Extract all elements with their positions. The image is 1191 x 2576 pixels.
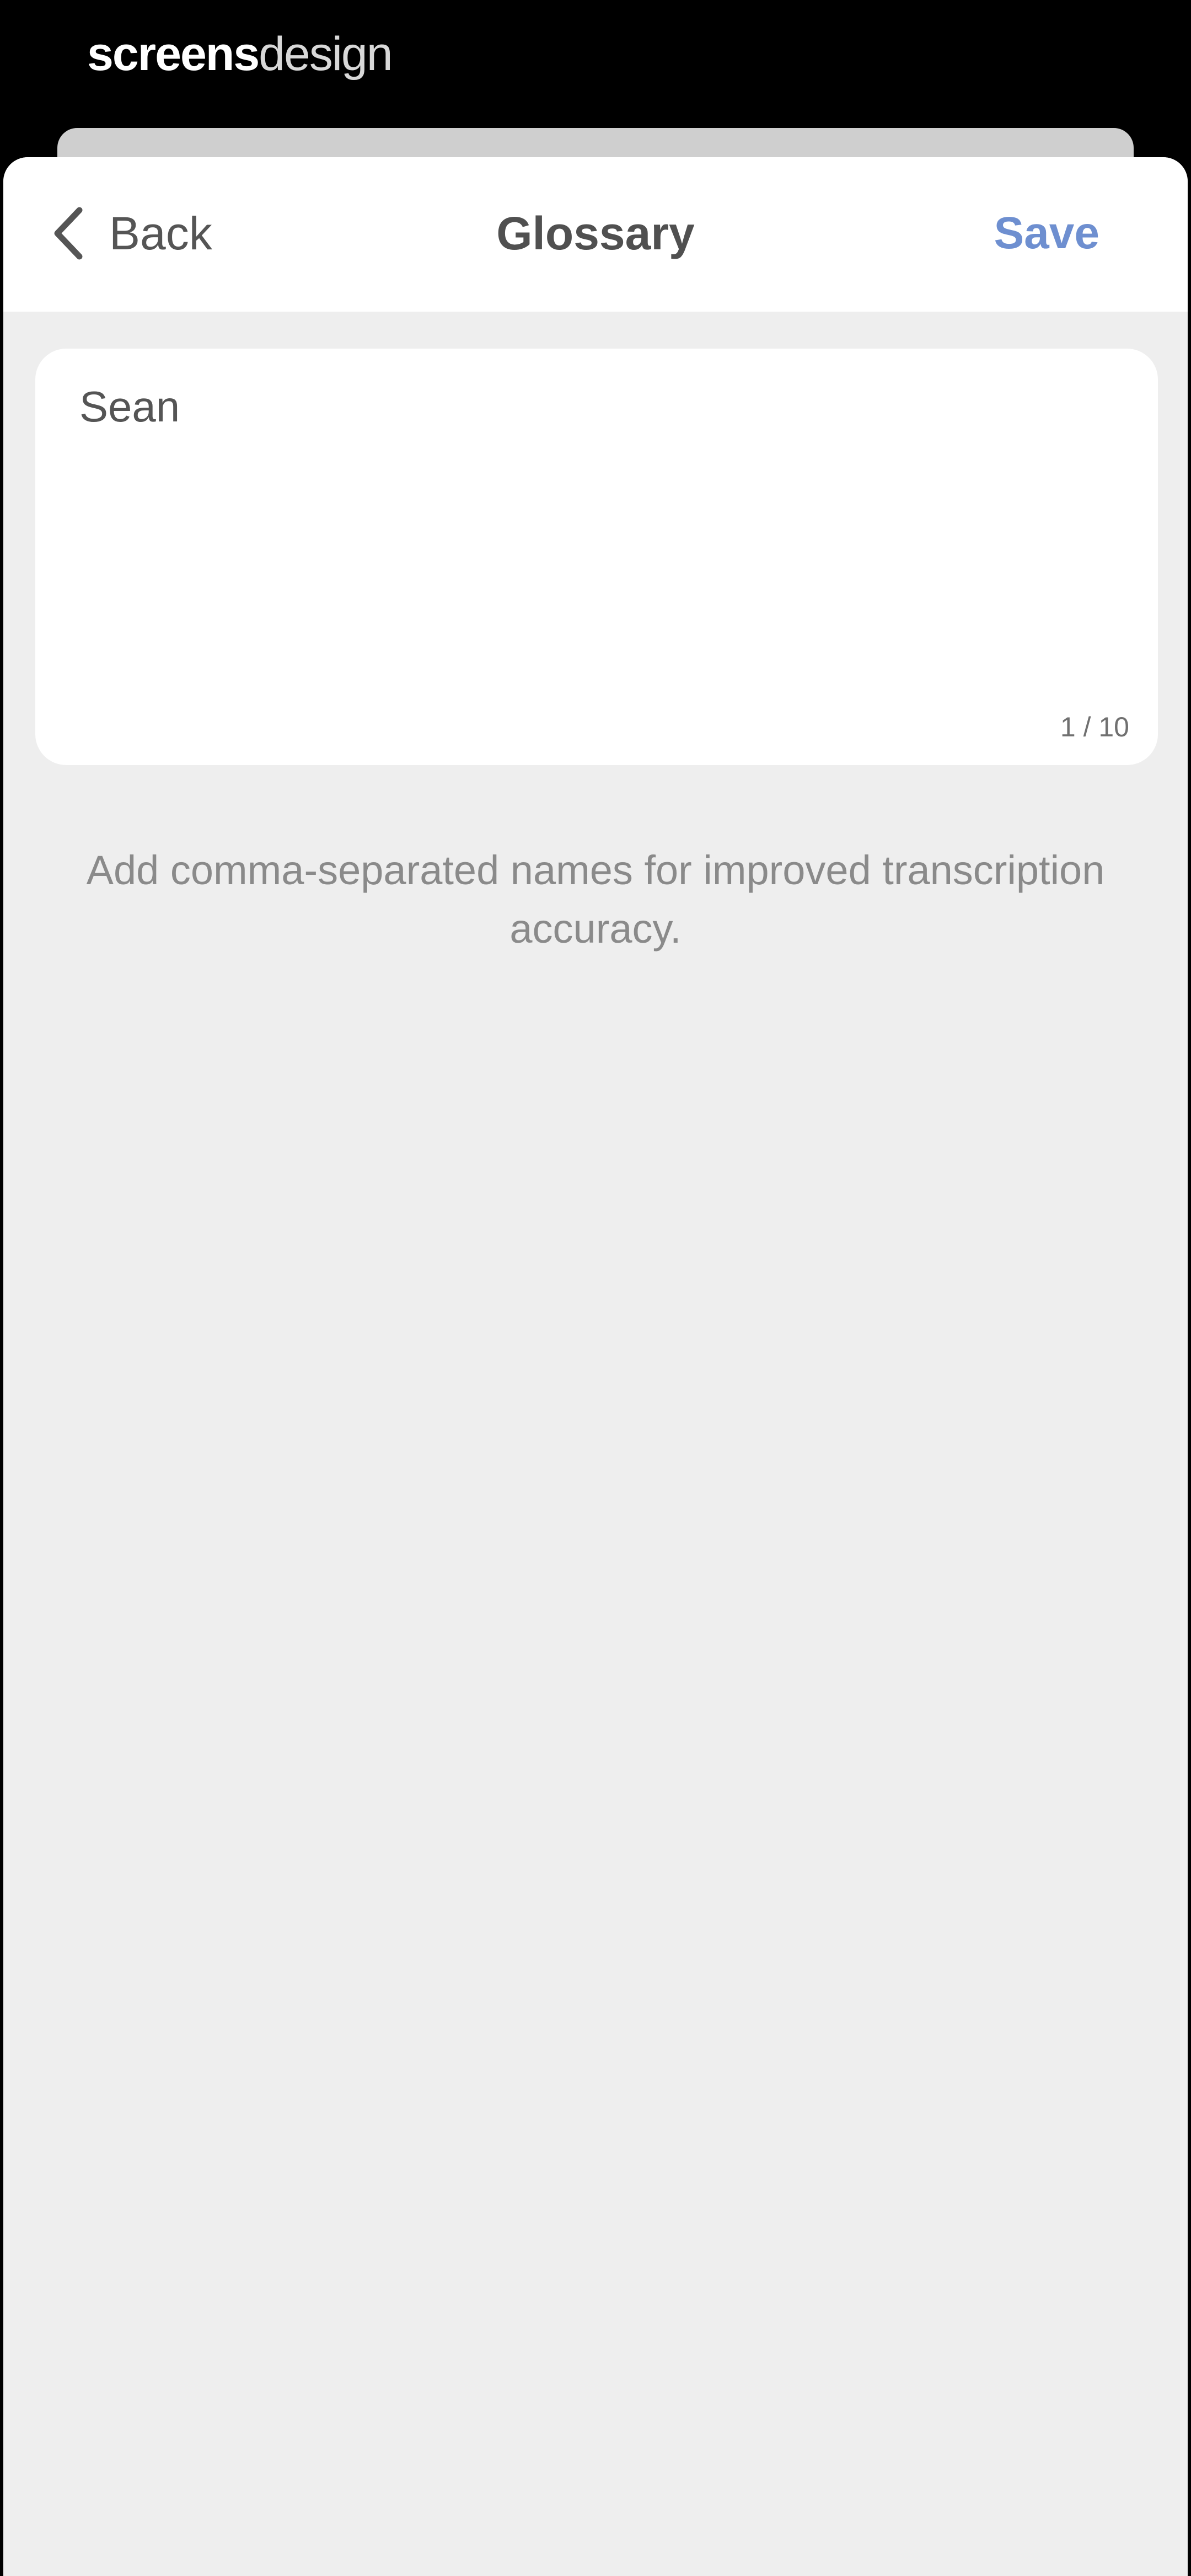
glossary-input-card: Sean 1 / 10 <box>35 349 1158 765</box>
navigation-bar: Back Glossary Save <box>3 157 1188 312</box>
app-screen: screens design Back Glossary Save Sean 1 … <box>0 0 1191 2576</box>
glossary-input[interactable]: Sean <box>79 382 1116 691</box>
glossary-sheet: Back Glossary Save Sean 1 / 10 Add comma… <box>3 157 1188 2576</box>
watermark-part-2: design <box>259 27 393 81</box>
helper-text: Add comma-separated names for improved t… <box>86 847 1105 952</box>
watermark-logo: screens design <box>87 26 393 82</box>
character-counter: 1 / 10 <box>1060 712 1129 742</box>
watermark-part-1: screens <box>87 27 260 81</box>
save-button[interactable]: Save <box>994 200 1099 266</box>
